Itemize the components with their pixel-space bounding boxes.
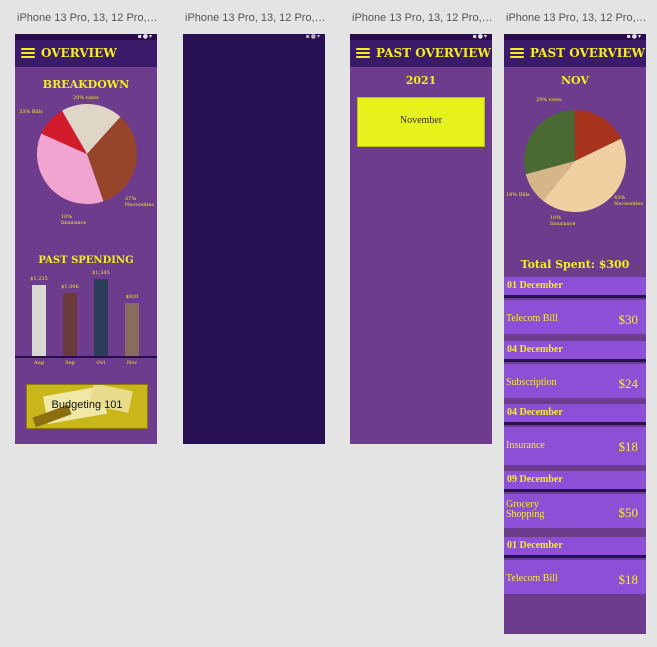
date-label: 01 December [507, 280, 563, 291]
bar-value-label: $1,345 [92, 270, 110, 277]
transaction-row[interactable]: Telecom Bill $18 [504, 560, 646, 597]
artboard-label[interactable]: iPhone 13 Pro, 13, 12 Pro, 1... [185, 12, 327, 24]
bar-category-label: Nov [126, 360, 138, 366]
bar-value-label: $920 [125, 294, 139, 301]
status-icons: ▪●▾ [305, 34, 321, 40]
page-title: PAST OVERVIEW [376, 46, 492, 60]
transaction-name: Telecom Bill [506, 313, 558, 324]
artboard-label[interactable]: iPhone 13 Pro, 13, 12 Pro, 1... [506, 12, 648, 24]
bar-value-label: $1,235 [30, 276, 48, 283]
blank-screen: ▪●▾ [183, 34, 325, 444]
transaction-amount: $18 [618, 572, 639, 587]
date-label: 04 December [507, 407, 563, 418]
bar-nov [125, 303, 139, 356]
transaction-name: Grocery Shopping [506, 499, 545, 520]
bar-value-label: $1,096 [61, 284, 79, 291]
transaction-row[interactable]: Subscription $24 [504, 364, 646, 401]
transaction-name: Insurance [506, 440, 545, 451]
date-row: 04 December [504, 341, 646, 362]
bar-sep [63, 293, 77, 356]
past-overview-screen: ▪●▾ PAST OVERVIEW 2021 November [350, 34, 492, 444]
date-row: 01 December [504, 277, 646, 298]
budgeting-101-banner[interactable]: Budgeting 101 [26, 384, 148, 429]
transaction-amount: $24 [618, 376, 639, 391]
date-row: 01 December [504, 537, 646, 558]
transaction-amount: $50 [618, 505, 639, 520]
transaction-name: Telecom Bill [506, 573, 558, 584]
month-detail-screen: ▪●▾ PAST OVERVIEW NOV 29% rates 18% Bill… [504, 34, 646, 634]
month-card-november[interactable]: November [357, 97, 485, 147]
transaction-amount: $30 [618, 312, 639, 327]
bar-oct [94, 279, 108, 356]
menu-icon[interactable] [510, 48, 524, 58]
bar-aug [32, 285, 46, 356]
pie-label-rates: 29% rates [536, 97, 562, 103]
date-row: 09 December [504, 471, 646, 492]
date-label: 01 December [507, 540, 563, 551]
bar-category-label: Aug [33, 360, 45, 366]
bar-category-label: Sep [65, 360, 75, 366]
menu-icon[interactable] [356, 48, 370, 58]
past-spending-chart: $1,235 Aug $1,096 Sep $1,345 Oct $920 Nov [15, 34, 157, 374]
transaction-name: Subscription [506, 377, 557, 388]
transaction-row[interactable]: Grocery Shopping $50 [504, 494, 646, 531]
artboard-label[interactable]: iPhone 13 Pro, 13, 12 Pro, 1... [352, 12, 494, 24]
transaction-row[interactable]: Insurance $18 [504, 427, 646, 468]
page-title: PAST OVERVIEW [530, 46, 646, 60]
month-heading: NOV [561, 74, 589, 87]
pie-label-insurance: 10% Insurance [550, 215, 576, 227]
bar-category-label: Oct [96, 360, 106, 366]
month-pie-chart [524, 110, 626, 212]
top-bar: PAST OVERVIEW [504, 40, 646, 67]
date-label: 04 December [507, 344, 563, 355]
date-row: 04 December [504, 404, 646, 425]
total-spent: Total Spent: $300 [520, 258, 630, 271]
artboard-label[interactable]: iPhone 13 Pro, 13, 12 Pro, 1... [17, 12, 159, 24]
overview-screen: ▪●▾ OVERVIEW BREAKDOWN 20% rates 33% Bil… [15, 34, 157, 444]
month-card-label: November [399, 115, 443, 126]
promo-title: Budgeting 101 [51, 399, 123, 411]
pie-label-bills: 18% Bills [506, 192, 530, 198]
year-heading: 2021 [405, 74, 437, 87]
transaction-amount: $18 [618, 439, 639, 454]
transaction-row[interactable]: Telecom Bill $30 [504, 300, 646, 337]
pie-label-necessities: 43% Necessities [614, 195, 643, 207]
top-bar: PAST OVERVIEW [350, 40, 492, 67]
date-label: 09 December [507, 474, 563, 485]
chart-baseline [15, 356, 157, 358]
